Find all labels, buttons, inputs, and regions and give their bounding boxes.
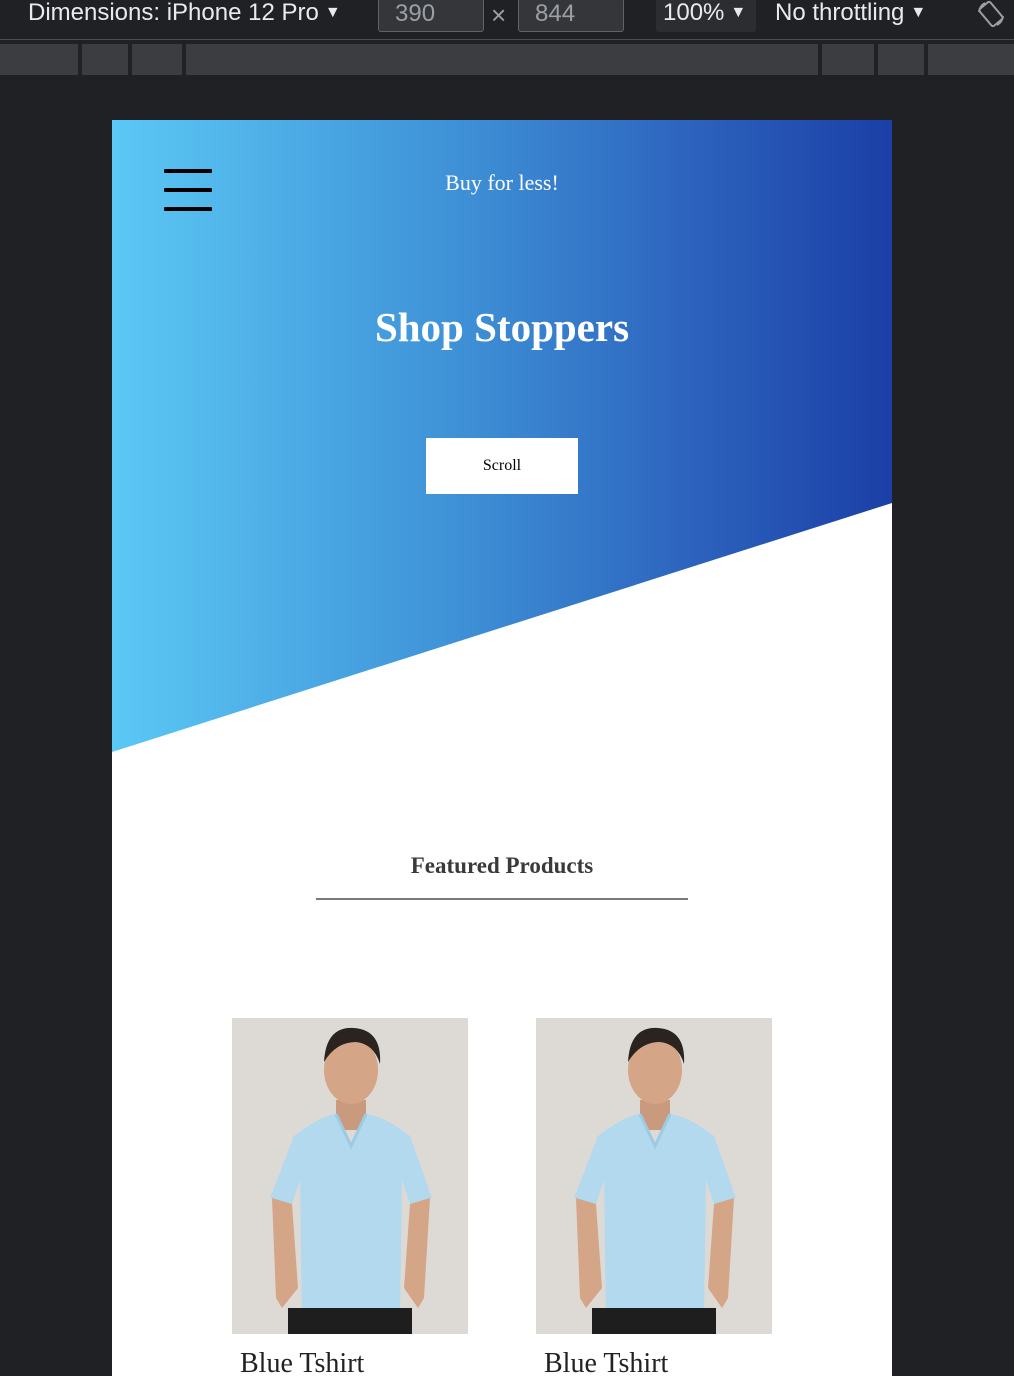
product-name[interactable]: Blue Tshirt	[240, 1348, 480, 1376]
media-query-segment[interactable]	[82, 44, 128, 75]
product-image[interactable]	[536, 1018, 772, 1334]
times-separator: ×	[491, 0, 507, 30]
hero-banner	[112, 120, 892, 752]
media-query-segment[interactable]	[822, 44, 874, 75]
media-query-segment[interactable]	[186, 44, 818, 75]
product-photo-tshirt-model	[232, 1018, 468, 1334]
product-image[interactable]	[232, 1018, 468, 1334]
media-query-bar	[0, 40, 1014, 76]
heading-divider	[316, 898, 688, 900]
dimensions-label: Dimensions: iPhone 12 Pro	[28, 0, 319, 26]
throttling-dropdown[interactable]: No throttling ▼	[775, 0, 926, 28]
width-input[interactable]: 390	[378, 0, 484, 32]
zoom-dropdown[interactable]: 100% ▼	[663, 0, 746, 28]
dimensions-dropdown[interactable]: Dimensions: iPhone 12 Pro ▼	[28, 0, 341, 28]
media-query-segment[interactable]	[878, 44, 924, 75]
media-query-segment[interactable]	[0, 44, 78, 75]
featured-products-heading: Featured Products	[410, 853, 594, 878]
zoom-label: 100%	[663, 0, 725, 26]
product-name[interactable]: Blue Tshirt	[544, 1348, 784, 1376]
product-photo-tshirt-model	[536, 1018, 772, 1334]
site-tagline: Buy for less!	[445, 170, 559, 195]
rotate-icon[interactable]	[976, 0, 1006, 28]
throttling-label: No throttling	[775, 0, 905, 26]
scroll-button[interactable]: Scroll	[426, 438, 578, 494]
media-query-segment[interactable]	[132, 44, 182, 75]
devtools-device-toolbar: Dimensions: iPhone 12 Pro ▼ 390 × 844 100…	[0, 0, 1014, 40]
chevron-down-icon: ▼	[910, 4, 927, 21]
height-input[interactable]: 844	[518, 0, 624, 32]
hero-title: Shop Stoppers	[374, 304, 630, 350]
menu-bar	[164, 207, 212, 211]
emulated-page: Buy for less! Shop Stoppers Scroll Featu…	[112, 120, 892, 1376]
media-query-segment[interactable]	[928, 44, 1014, 75]
chevron-down-icon: ▼	[324, 4, 341, 21]
chevron-down-icon: ▼	[730, 4, 747, 21]
